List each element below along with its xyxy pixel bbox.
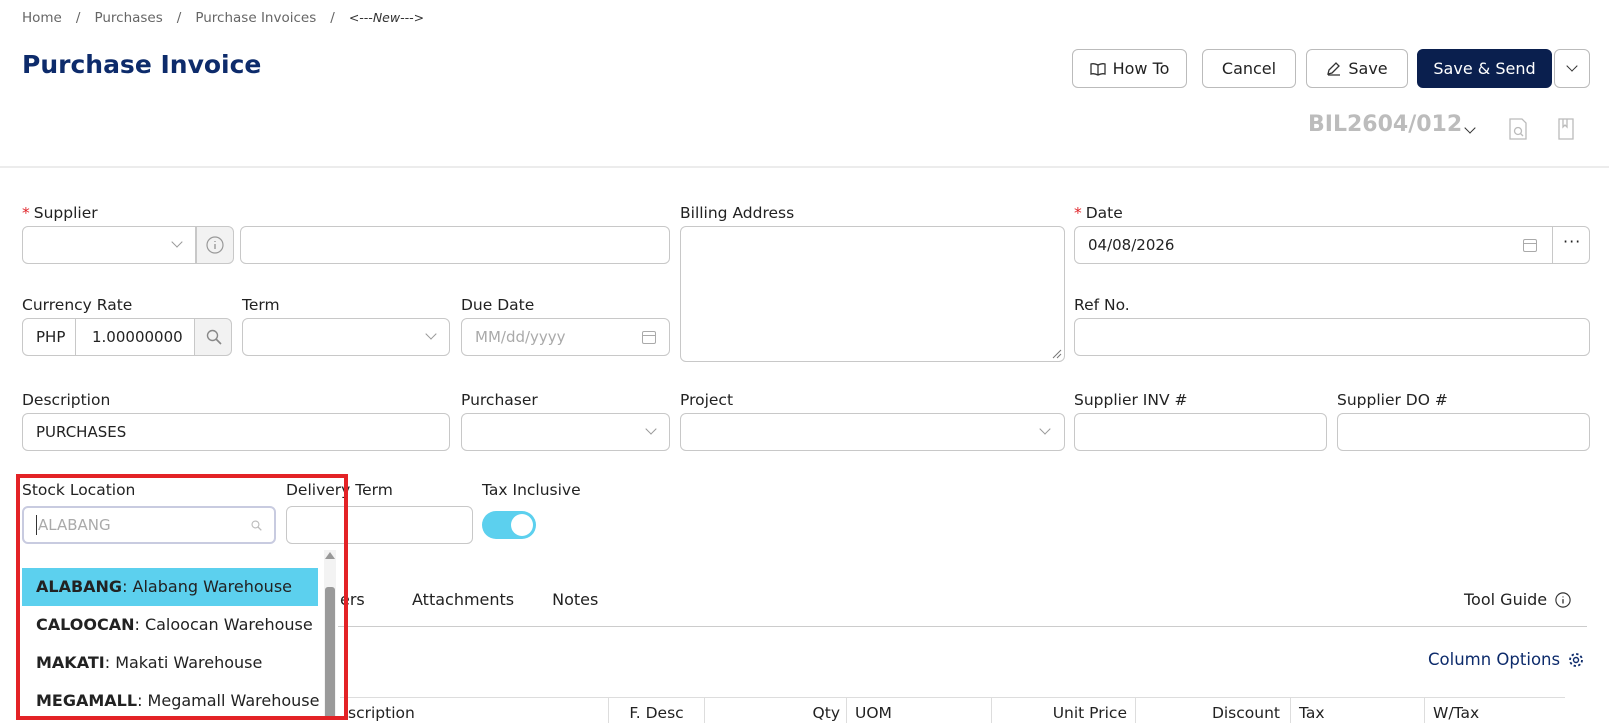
due-date-label: Due Date bbox=[461, 296, 535, 314]
tax-inclusive-label: Tax Inclusive bbox=[482, 481, 581, 499]
dropdown-scrollbar[interactable] bbox=[324, 550, 336, 720]
bookmark-icon[interactable] bbox=[1557, 118, 1575, 140]
column-header-discount[interactable]: Discount bbox=[1135, 698, 1290, 723]
date-more-button[interactable]: ··· bbox=[1552, 226, 1590, 264]
project-label: Project bbox=[680, 391, 734, 409]
supplier-label: * Supplier bbox=[22, 204, 98, 222]
project-select[interactable] bbox=[680, 413, 1065, 451]
delivery-term-input[interactable] bbox=[286, 506, 473, 544]
book-icon bbox=[1089, 62, 1106, 76]
description-input[interactable]: PURCHASES bbox=[22, 413, 450, 451]
search-icon bbox=[251, 520, 262, 531]
resize-handle-icon[interactable] bbox=[1052, 349, 1062, 359]
currency-rate-label: Currency Rate bbox=[22, 296, 133, 314]
pencil-icon bbox=[1327, 62, 1341, 76]
date-input[interactable]: 04/08/2026 bbox=[1074, 226, 1553, 264]
currency-search-button[interactable] bbox=[194, 318, 232, 356]
billing-address-label: Billing Address bbox=[680, 204, 795, 222]
document-number: BIL2604/012 bbox=[1308, 112, 1463, 137]
tab-bar: Attachments Notes bbox=[412, 590, 598, 609]
column-options-link[interactable]: Column Options bbox=[1428, 650, 1584, 669]
supplier-code-select[interactable] bbox=[22, 226, 196, 264]
breadcrumb-purchase-invoices[interactable]: Purchase Invoices bbox=[195, 10, 316, 26]
stock-location-option-makati[interactable]: MAKATI: Makati Warehouse bbox=[22, 644, 318, 682]
cancel-button[interactable]: Cancel bbox=[1202, 49, 1296, 88]
supplier-inv-label: Supplier INV # bbox=[1074, 391, 1188, 409]
supplier-do-input[interactable] bbox=[1337, 413, 1590, 451]
scrollbar-thumb[interactable] bbox=[325, 587, 335, 720]
date-label: * Date bbox=[1074, 204, 1123, 222]
gear-icon bbox=[1569, 652, 1584, 667]
stock-location-dropdown: ALABANG: Alabang Warehouse CALOOCAN: Cal… bbox=[22, 550, 338, 720]
supplier-do-label: Supplier DO # bbox=[1337, 391, 1448, 409]
header-divider bbox=[0, 166, 1609, 168]
column-header-tax[interactable]: Tax bbox=[1290, 698, 1424, 723]
breadcrumb-home[interactable]: Home bbox=[22, 10, 62, 26]
info-icon bbox=[1555, 591, 1571, 608]
ellipsis-icon: ··· bbox=[1563, 232, 1582, 251]
column-header-uom[interactable]: UOM bbox=[846, 698, 991, 723]
ref-no-input[interactable] bbox=[1074, 318, 1590, 356]
chevron-down-icon bbox=[645, 423, 657, 435]
description-label: Description bbox=[22, 391, 111, 409]
calendar-icon[interactable] bbox=[642, 331, 656, 344]
column-header-qty[interactable]: Qty bbox=[704, 698, 846, 723]
text-cursor bbox=[36, 515, 37, 535]
tab-notes[interactable]: Notes bbox=[552, 590, 598, 609]
due-date-input[interactable]: MM/dd/yyyy bbox=[461, 318, 670, 356]
currency-rate-input[interactable]: 1.00000000 bbox=[75, 318, 195, 356]
toggle-knob bbox=[511, 514, 533, 536]
chevron-down-icon bbox=[1566, 59, 1578, 72]
scroll-up-arrow-icon[interactable] bbox=[324, 550, 336, 560]
currency-code: PHP bbox=[22, 318, 76, 356]
column-header-description[interactable]: scription bbox=[340, 698, 608, 723]
purchaser-select[interactable] bbox=[461, 413, 670, 451]
stock-location-option-alabang[interactable]: ALABANG: Alabang Warehouse bbox=[22, 568, 318, 606]
supplier-name-input[interactable] bbox=[240, 226, 670, 264]
tool-guide-link[interactable]: Tool Guide bbox=[1464, 590, 1571, 609]
search-icon bbox=[206, 329, 222, 345]
breadcrumb: Home / Purchases / Purchase Invoices / <---… bbox=[22, 10, 425, 26]
tax-inclusive-toggle[interactable] bbox=[482, 511, 536, 539]
column-header-wtax[interactable]: W/Tax bbox=[1424, 698, 1565, 723]
ref-no-label: Ref No. bbox=[1074, 296, 1130, 314]
info-icon bbox=[206, 236, 224, 254]
delivery-term-label: Delivery Term bbox=[286, 481, 393, 499]
supplier-inv-input[interactable] bbox=[1074, 413, 1327, 451]
column-header-fdesc[interactable]: F. Desc bbox=[608, 698, 704, 723]
column-header-unit-price[interactable]: Unit Price bbox=[991, 698, 1135, 723]
stock-location-label: Stock Location bbox=[22, 481, 136, 499]
billing-address-textarea[interactable] bbox=[680, 226, 1065, 362]
calendar-icon[interactable] bbox=[1523, 239, 1537, 252]
supplier-info-button[interactable] bbox=[196, 226, 234, 264]
breadcrumb-current: <---New---> bbox=[348, 10, 425, 25]
chevron-down-icon bbox=[425, 328, 437, 340]
stock-location-search-input[interactable]: ALABANG bbox=[22, 506, 276, 544]
stock-location-option-caloocan[interactable]: CALOOCAN: Caloocan Warehouse bbox=[22, 606, 318, 644]
save-send-button[interactable]: Save & Send bbox=[1417, 49, 1552, 88]
purchaser-label: Purchaser bbox=[461, 391, 538, 409]
tab-others-partial[interactable]: ers bbox=[340, 590, 365, 609]
tab-attachments[interactable]: Attachments bbox=[412, 590, 514, 609]
chevron-down-icon bbox=[171, 236, 183, 248]
stock-location-option-megamall[interactable]: MEGAMALL: Megamall Warehouse bbox=[22, 682, 319, 720]
how-to-button[interactable]: How To bbox=[1072, 49, 1187, 88]
page-title: Purchase Invoice bbox=[22, 50, 262, 79]
term-select[interactable] bbox=[242, 318, 450, 356]
more-actions-dropdown[interactable] bbox=[1554, 49, 1590, 88]
chevron-down-icon bbox=[1039, 423, 1051, 435]
doc-number-chevron-icon[interactable] bbox=[1464, 122, 1476, 134]
save-button[interactable]: Save bbox=[1306, 49, 1408, 88]
breadcrumb-purchases[interactable]: Purchases bbox=[94, 10, 162, 26]
term-label: Term bbox=[242, 296, 280, 314]
preview-icon[interactable] bbox=[1508, 118, 1528, 140]
